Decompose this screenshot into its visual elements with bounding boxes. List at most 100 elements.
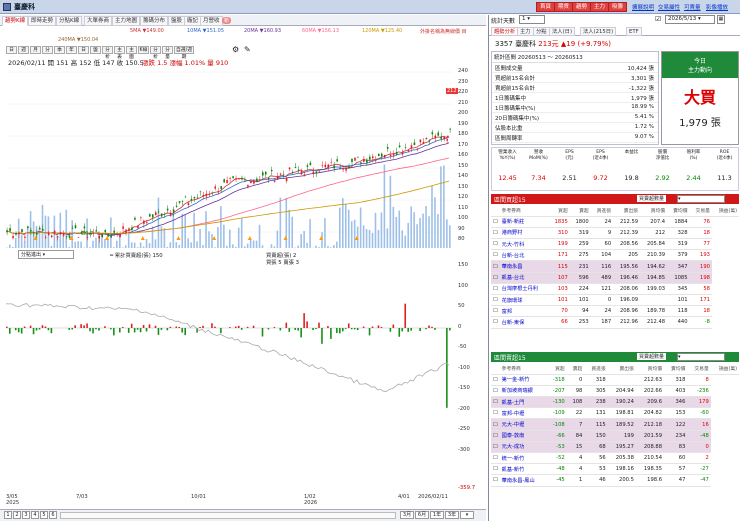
link-trade[interactable]: 交易屬性 (658, 3, 680, 11)
row-checkbox[interactable]: ☐ (491, 249, 500, 262)
table-row[interactable]: ☐ 元大-竹科 199 259 60 208.56 205.84 319 77 (491, 238, 739, 251)
main-force-button[interactable]: 主力 (590, 2, 610, 12)
table-row[interactable]: ☐ 台灣摩根士丹利 103 224 121 208.06 199.03 345 58 (491, 283, 739, 296)
row-checkbox[interactable]: ☐ (491, 418, 500, 431)
buy-sort-select[interactable]: ▾ (677, 195, 725, 203)
right-tab-5[interactable]: ETF (626, 27, 642, 36)
table-row[interactable]: ☐ 國泰-敦南 -66 84 150 199 201.59 234 -48 (491, 430, 739, 442)
table-row[interactable]: ☐ 富邦-中壢 -109 22 131 198.81 204.82 153 -60 (491, 407, 739, 420)
table-row[interactable]: ☐ 華南永昌-鳳山 -45 1 46 200.5 198.6 47 -47 (491, 474, 739, 487)
toolbar-button-7[interactable]: 盤 (90, 46, 101, 54)
table-row[interactable]: ☐ 台新-東保 66 253 187 212.96 212.48 440 -8 (491, 316, 739, 329)
link-help[interactable]: 擴展說明 (632, 3, 654, 11)
row-checkbox[interactable]: ☐ (491, 374, 500, 386)
date-picker[interactable]: 2026/5/13 ▾ (665, 15, 715, 24)
row-checkbox[interactable]: ☐ (491, 260, 500, 273)
right-tab-2[interactable]: 分點 (533, 27, 550, 36)
tab-trend-kline[interactable]: 趨勢K線 (2, 16, 29, 26)
row-checkbox[interactable]: ☐ (491, 216, 500, 228)
row-checkbox[interactable]: ☐ (491, 385, 500, 398)
tab-intraday[interactable]: 即時走勢 (28, 16, 57, 26)
toolbar-button-12[interactable]: 分析 (150, 46, 161, 60)
table-row[interactable]: ☐ 凱基-台北 107 596 489 196.46 194.85 1085 198 (491, 272, 739, 284)
stat-days-select[interactable]: 1 ▾ (519, 15, 545, 24)
row-checkbox[interactable]: ☐ (491, 316, 500, 329)
row-checkbox[interactable]: ☐ (491, 430, 500, 442)
row-checkbox[interactable]: ☐ (491, 294, 500, 307)
table-row[interactable]: ☐ 元大-中壢 -108 7 115 189.52 212.18 122 16 (491, 418, 739, 431)
range-button-0[interactable]: 3月 (400, 511, 414, 519)
toolbar-button-8[interactable]: 分析 (102, 46, 113, 60)
tab-main-map[interactable]: 主力地圖 (112, 16, 141, 26)
row-checkbox[interactable]: ☐ (491, 441, 500, 454)
toolbar-button-10[interactable]: 主圖 (126, 46, 137, 60)
toolbar-button-14[interactable]: 自選/週期 (174, 46, 194, 60)
table-row[interactable]: ☐ 港商野村 310 319 9 212.39 212 328 18 (491, 227, 739, 240)
settings-icon[interactable]: ⚙ (232, 45, 239, 54)
row-checkbox[interactable]: ☐ (491, 407, 500, 420)
table-row[interactable]: ☐ 統一-新竹 -52 4 56 205.38 210.54 60 2 (491, 452, 739, 465)
edit-icon[interactable]: ✎ (244, 45, 251, 54)
tab-big-broker[interactable]: 大單券商 (84, 16, 113, 26)
table-row[interactable]: ☐ 華南永昌 115 231 116 195.56 194.62 347 190 (491, 260, 739, 273)
tab-notes[interactable]: 廠記 (184, 16, 202, 26)
right-tab-4[interactable]: 法人(215日) (580, 27, 617, 36)
toolbar-button-6[interactable]: 日 (78, 46, 89, 54)
table-row[interactable]: ☐ 凱基-土門 -130 108 238 190.24 209.6 346 179 (491, 396, 739, 409)
accumulate-button[interactable]: 吸籌 (608, 2, 628, 12)
row-checkbox[interactable]: ☐ (491, 272, 500, 284)
right-tab-1[interactable]: 主力 (517, 27, 534, 36)
row-checkbox[interactable]: ☐ (491, 283, 500, 296)
table-row[interactable]: ☐ 臺新-新莊 1835 1800 24 212.59 207.4 1884 76 (491, 216, 739, 228)
tab-board[interactable]: 盤股 (168, 16, 186, 26)
toolbar-button-13[interactable]: 分量 (162, 46, 173, 60)
table-row[interactable]: ☐ 凱基-新竹 -48 4 53 198.16 198.35 57 -27 (491, 463, 739, 476)
toolbar-button-5[interactable]: 年 (66, 46, 77, 54)
date-checkbox[interactable]: ☑ (655, 15, 661, 23)
table-row[interactable]: ☐ 第一金-新竹 -318 0 318 212.63 318 8 (491, 374, 739, 386)
row-checkbox[interactable]: ☐ (491, 474, 500, 487)
page-button-1[interactable]: 1 (4, 511, 12, 519)
row-checkbox[interactable]: ☐ (491, 452, 500, 465)
branch-select[interactable]: 分點進出 ▾ (18, 250, 74, 259)
table-row[interactable]: ☐ 花旗環球 101 101 0 196.09 101 171 (491, 294, 739, 307)
trend-button[interactable]: 趨勢 (572, 2, 592, 12)
page-button-5[interactable]: 5 (40, 511, 48, 519)
row-checkbox[interactable]: ☐ (491, 238, 500, 251)
toolbar-button-3[interactable]: 分 (42, 46, 53, 54)
branch-chart[interactable] (6, 264, 452, 486)
tab-chip-dist[interactable]: 籌碼分布 (140, 16, 169, 26)
range-button-3[interactable]: 3年 (445, 511, 459, 519)
page-button-3[interactable]: 3 (22, 511, 30, 519)
row-checkbox[interactable]: ☐ (491, 227, 500, 240)
table-row[interactable]: ☐ 元大-成功 -53 15 68 195.27 208.88 83 0 (491, 441, 739, 454)
table-row[interactable]: ☐ 富邦 70 94 24 208.96 189.78 118 18 (491, 305, 739, 318)
futures-button[interactable]: 期貨 (554, 2, 574, 12)
table-row[interactable]: ☐ 台新-台北 171 275 104 205 210.39 379 193 (491, 249, 739, 262)
row-checkbox[interactable]: ☐ (491, 305, 500, 318)
row-checkbox[interactable]: ☐ (491, 463, 500, 476)
toolbar-button-0[interactable]: 日 (6, 46, 17, 54)
home-button[interactable]: 首頁 (536, 2, 556, 12)
link-sellable[interactable]: 可賣量 (684, 3, 701, 11)
calendar-button[interactable]: ▦ (717, 15, 725, 24)
range-button-1[interactable]: 6月 (415, 511, 429, 519)
price-chart[interactable] (6, 64, 452, 248)
toolbar-button-4[interactable]: 季 (54, 46, 65, 54)
table-row[interactable]: ☐ 新加坡商瑞銀 -207 98 305 204.94 202.66 403 -236 (491, 385, 739, 398)
scrollbar[interactable] (60, 512, 396, 519)
link-video[interactable]: 影像播放 (706, 3, 728, 11)
toolbar-button-2[interactable]: 月 (30, 46, 41, 54)
sell-sort-select[interactable]: ▾ (677, 353, 725, 361)
right-tab-0[interactable]: 趨勢分析 (491, 27, 519, 36)
toolbar-button-1[interactable]: 週 (18, 46, 29, 54)
range-button-2[interactable]: 1年 (430, 511, 444, 519)
page-button-6[interactable]: 6 (49, 511, 57, 519)
page-button-4[interactable]: 4 (31, 511, 39, 519)
row-checkbox[interactable]: ☐ (491, 396, 500, 409)
toolbar-button-9[interactable]: 主表 (114, 46, 125, 60)
tab-branch-kline[interactable]: 分點K線 (56, 16, 83, 26)
page-button-2[interactable]: 2 (13, 511, 21, 519)
right-tab-3[interactable]: 法人(日) (549, 27, 576, 36)
toolbar-button-11[interactable]: K線 (138, 46, 149, 54)
